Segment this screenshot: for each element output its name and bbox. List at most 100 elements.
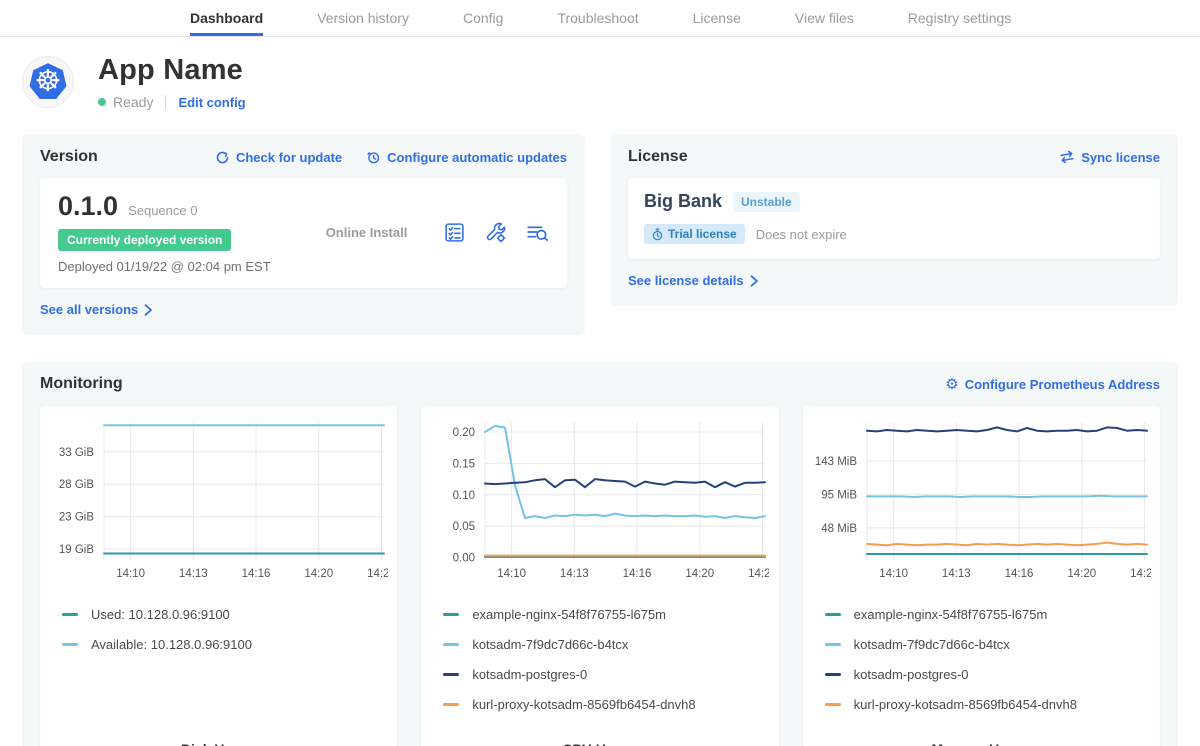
legend-item: example-nginx-54f8f76755-l675m: [443, 607, 770, 622]
svg-text:14:10: 14:10: [116, 568, 145, 580]
chart-legend: Used: 10.128.0.96:9100 Available: 10.128.…: [62, 592, 389, 667]
top-navigation: Dashboard Version history Config Troublesho…: [0, 0, 1200, 37]
svg-text:33 GiB: 33 GiB: [59, 447, 94, 459]
legend-label: kotsadm-7f9dc7d66c-b4tcx: [854, 637, 1010, 652]
chart-card-disk-usage: 19 GiB 23 GiB 28 GiB 33 GiB 14:10 14:13 14:16 1…: [40, 406, 397, 746]
svg-text:14:16: 14:16: [623, 568, 652, 580]
legend-label: kotsadm-7f9dc7d66c-b4tcx: [472, 637, 628, 652]
sequence-label: Sequence 0: [128, 203, 197, 218]
svg-text:14:16: 14:16: [242, 568, 271, 580]
app-logo: ☸: [22, 56, 74, 108]
chart-plot: 19 GiB 23 GiB 28 GiB 33 GiB 14:10 14:13 14:16 1…: [48, 414, 388, 584]
svg-text:14:23: 14:23: [367, 568, 388, 580]
tab-version-history[interactable]: Version history: [317, 0, 409, 36]
svg-text:28 GiB: 28 GiB: [59, 479, 94, 491]
chart-plot: 0.000.050.100.150.2014:1014:1314:1614:20…: [429, 414, 769, 584]
tab-config[interactable]: Config: [463, 0, 503, 36]
svg-text:14:20: 14:20: [686, 568, 715, 580]
legend-label: Used: 10.128.0.96:9100: [91, 607, 230, 622]
tab-view-files[interactable]: View files: [795, 0, 854, 36]
clock-refresh-icon: [366, 150, 381, 165]
tab-registry-settings[interactable]: Registry settings: [908, 0, 1011, 36]
chart-plot: 48 MiB95 MiB143 MiB14:1014:1314:1614:201…: [811, 414, 1151, 584]
svg-text:143 MiB: 143 MiB: [814, 456, 857, 468]
tab-license[interactable]: License: [693, 0, 741, 36]
license-panel: Big Bank Unstable Trial license Does not…: [628, 178, 1160, 259]
svg-text:23 GiB: 23 GiB: [59, 512, 94, 524]
sync-icon: [1058, 149, 1076, 166]
svg-text:0.20: 0.20: [453, 427, 475, 439]
configure-automatic-updates-button[interactable]: Configure automatic updates: [366, 150, 567, 165]
summary-cards-row: Version Check for update Configure autom…: [0, 134, 1200, 335]
svg-text:0.05: 0.05: [453, 521, 475, 533]
app-status: Ready: [113, 94, 153, 110]
svg-text:14:23: 14:23: [748, 568, 769, 580]
legend-label: kurl-proxy-kotsadm-8569fb6454-dnvh8: [854, 697, 1077, 712]
check-for-update-button[interactable]: Check for update: [215, 150, 342, 165]
chart-card-cpu-usage: 0.000.050.100.150.2014:1014:1314:1614:20…: [421, 406, 778, 746]
edit-config-link[interactable]: Edit config: [178, 95, 245, 110]
tab-dashboard[interactable]: Dashboard: [190, 0, 263, 36]
svg-text:19 GiB: 19 GiB: [59, 544, 94, 556]
svg-text:14:13: 14:13: [179, 568, 208, 580]
legend-item: kotsadm-7f9dc7d66c-b4tcx: [443, 637, 770, 652]
monitoring-title: Monitoring: [40, 375, 123, 393]
preflight-checks-icon[interactable]: [443, 221, 466, 244]
charts-row: 19 GiB 23 GiB 28 GiB 33 GiB 14:10 14:13 14:16 1…: [40, 406, 1160, 746]
svg-text:95 MiB: 95 MiB: [821, 489, 857, 501]
legend-swatch: [443, 703, 459, 706]
config-wrench-icon[interactable]: [484, 221, 507, 244]
chart-legend: example-nginx-54f8f76755-l675mkotsadm-7f…: [825, 592, 1152, 727]
legend-label: Available: 10.128.0.96:9100: [91, 637, 252, 652]
legend-swatch: [443, 673, 459, 676]
legend-label: kurl-proxy-kotsadm-8569fb6454-dnvh8: [472, 697, 695, 712]
legend-item: kotsadm-postgres-0: [825, 667, 1152, 682]
channel-badge: Unstable: [733, 192, 800, 212]
legend-swatch: [443, 613, 459, 616]
legend-item: kotsadm-7f9dc7d66c-b4tcx: [825, 637, 1152, 652]
chart-title: CPU Usage: [429, 727, 770, 746]
see-all-versions-link[interactable]: See all versions: [40, 302, 153, 317]
legend-item: kurl-proxy-kotsadm-8569fb6454-dnvh8: [443, 697, 770, 712]
chevron-right-icon: [144, 304, 153, 316]
install-type-label: Online Install: [290, 225, 443, 240]
kubernetes-logo-icon: ☸: [27, 61, 69, 103]
legend-label: kotsadm-postgres-0: [854, 667, 969, 682]
version-card-title: Version: [40, 148, 98, 166]
legend-swatch: [825, 703, 841, 706]
tab-troubleshoot[interactable]: Troubleshoot: [557, 0, 638, 36]
divider: [165, 95, 166, 110]
configure-prometheus-button[interactable]: ⚙ Configure Prometheus Address: [945, 377, 1160, 392]
svg-text:14:20: 14:20: [304, 568, 333, 580]
license-card: License Sync license Big Bank Unstable: [610, 134, 1178, 306]
legend-swatch: [825, 643, 841, 646]
svg-text:14:23: 14:23: [1130, 568, 1151, 580]
svg-text:14:10: 14:10: [879, 568, 908, 580]
legend-swatch: [62, 643, 78, 646]
current-version-panel: 0.1.0 Sequence 0 Currently deployed vers…: [40, 178, 567, 288]
legend-label: kotsadm-postgres-0: [472, 667, 587, 682]
legend-swatch: [443, 643, 459, 646]
ready-status-icon: [98, 98, 106, 106]
chart-legend: example-nginx-54f8f76755-l675m kotsadm-7f…: [443, 592, 770, 727]
trial-license-badge: Trial license: [644, 224, 745, 244]
svg-text:0.10: 0.10: [453, 490, 475, 502]
license-expiry: Does not expire: [756, 227, 847, 242]
see-license-details-link[interactable]: See license details: [628, 273, 759, 288]
currently-deployed-badge: Currently deployed version: [58, 229, 231, 251]
legend-item: kurl-proxy-kotsadm-8569fb6454-dnvh8: [825, 697, 1152, 712]
chart-title: Disk Usage: [48, 727, 389, 746]
legend-swatch: [825, 613, 841, 616]
svg-text:0.15: 0.15: [453, 458, 475, 470]
legend-label: example-nginx-54f8f76755-l675m: [472, 607, 666, 622]
chevron-right-icon: [750, 275, 759, 287]
svg-text:0.00: 0.00: [453, 552, 475, 564]
gear-icon: ⚙: [945, 377, 958, 392]
legend-item: Used: 10.128.0.96:9100: [62, 607, 389, 622]
refresh-icon: [215, 150, 230, 165]
svg-text:14:20: 14:20: [1067, 568, 1096, 580]
sync-license-button[interactable]: Sync license: [1059, 150, 1160, 165]
version-card: Version Check for update Configure autom…: [22, 134, 585, 335]
view-logs-icon[interactable]: [525, 221, 549, 244]
legend-swatch: [62, 613, 78, 616]
